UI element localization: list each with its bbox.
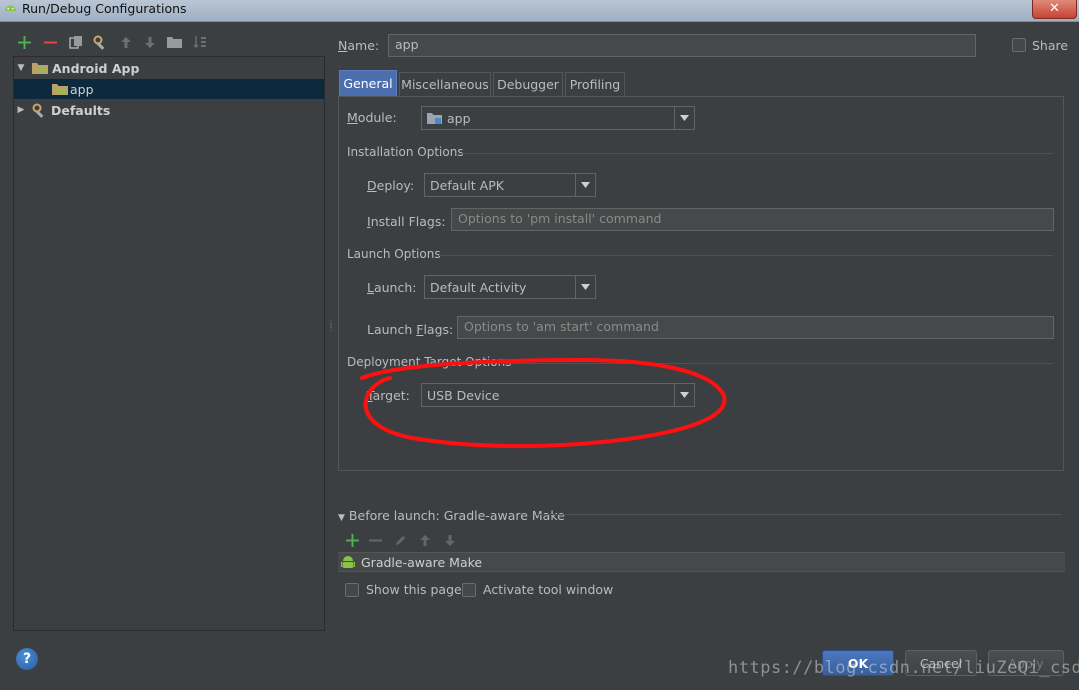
module-value: app xyxy=(447,110,471,126)
collapse-arrow-icon[interactable]: ▶ xyxy=(14,105,28,115)
watermark-text: https://blog.csdn.net/liuZeQi_csdn xyxy=(728,658,1079,678)
add-icon[interactable] xyxy=(15,32,33,52)
move-down-icon[interactable] xyxy=(441,530,459,550)
configuration-tree: ▼ Android App app ▶ Defaults xyxy=(13,56,325,631)
launch-options-title: Launch Options xyxy=(347,247,441,261)
launch-value: Default Activity xyxy=(430,279,527,295)
target-combo[interactable]: USB Device xyxy=(421,383,695,407)
move-down-icon[interactable] xyxy=(141,32,159,52)
show-page-label: Show this page xyxy=(366,582,462,597)
help-button[interactable]: ? xyxy=(16,648,38,670)
launch-combo[interactable]: Default Activity xyxy=(424,275,596,299)
install-flags-field[interactable]: Options to 'pm install' command xyxy=(451,208,1054,231)
deploy-combo[interactable]: Default APK xyxy=(424,173,596,197)
dropdown-arrow-icon[interactable] xyxy=(575,276,595,298)
dropdown-arrow-icon[interactable] xyxy=(575,174,595,196)
general-panel: Module: app Installation Options Deploy:… xyxy=(338,96,1064,471)
section-divider xyxy=(439,255,1053,256)
before-launch-title-text: Before launch: Gradle-aware Make xyxy=(348,508,565,523)
tab-profiling[interactable]: Profiling xyxy=(565,72,625,96)
name-label: Name: xyxy=(338,38,380,53)
tree-label: Defaults xyxy=(51,102,111,118)
section-divider xyxy=(536,514,1062,515)
tab-general[interactable]: General xyxy=(339,70,397,96)
share-checkbox[interactable] xyxy=(1012,38,1026,52)
deploy-value: Default APK xyxy=(430,177,504,193)
list-item[interactable]: Gradle-aware Make xyxy=(338,555,482,570)
edit-pencil-icon[interactable] xyxy=(391,530,409,550)
move-up-icon[interactable] xyxy=(117,32,135,52)
folder-icon[interactable] xyxy=(165,32,183,52)
module-combo[interactable]: app xyxy=(421,106,695,130)
name-field[interactable]: app xyxy=(388,34,976,57)
before-launch-title[interactable]: ▼ Before launch: Gradle-aware Make xyxy=(338,508,565,523)
remove-icon[interactable] xyxy=(366,530,384,550)
tree-item-app[interactable]: app xyxy=(14,79,324,99)
move-up-icon[interactable] xyxy=(416,530,434,550)
wrench-icon xyxy=(32,103,44,118)
show-page-checkbox[interactable] xyxy=(345,583,359,597)
share-label: Share xyxy=(1032,38,1069,53)
sort-icon[interactable] xyxy=(191,32,209,52)
launch-label: Launch: xyxy=(367,280,417,295)
config-toolbar xyxy=(13,32,313,54)
dropdown-arrow-icon[interactable] xyxy=(674,107,694,129)
tree-item-defaults[interactable]: ▶ Defaults xyxy=(14,100,324,120)
tab-debugger[interactable]: Debugger xyxy=(493,72,563,96)
target-value: USB Device xyxy=(427,387,500,403)
module-label: Module: xyxy=(347,110,397,125)
tree-label: app xyxy=(70,81,94,97)
close-button[interactable]: ✕ xyxy=(1032,0,1077,19)
android-app-folder-icon xyxy=(32,63,48,74)
activate-tool-window-checkbox[interactable] xyxy=(462,583,476,597)
copy-icon[interactable] xyxy=(67,32,85,52)
dropdown-arrow-icon[interactable] xyxy=(674,384,694,406)
deployment-target-title: Deployment Target Options xyxy=(347,355,512,369)
tree-item-android-app[interactable]: ▼ Android App xyxy=(14,58,324,78)
collapse-triangle-icon[interactable]: ▼ xyxy=(338,513,345,523)
android-icon xyxy=(5,5,16,11)
launch-flags-field[interactable]: Options to 'am start' command xyxy=(457,316,1054,339)
module-folder-icon xyxy=(427,112,442,124)
android-app-icon xyxy=(52,84,68,95)
splitter-handle[interactable]: ⋮ ⋮ xyxy=(327,320,335,338)
window-title: Run/Debug Configurations xyxy=(22,1,187,16)
window-titlebar: Run/Debug Configurations ✕ xyxy=(0,0,1079,22)
tree-label: Android App xyxy=(52,60,140,76)
activate-tool-window-label: Activate tool window xyxy=(483,582,614,597)
launch-flags-label: Launch Flags: xyxy=(367,322,454,337)
target-label: Target: xyxy=(367,388,410,403)
installation-options-title: Installation Options xyxy=(347,145,464,159)
add-icon[interactable] xyxy=(343,530,361,550)
before-launch-list: Gradle-aware Make xyxy=(338,552,1065,572)
install-flags-label: Install Flags: xyxy=(367,214,446,229)
expand-arrow-icon[interactable]: ▼ xyxy=(14,63,28,73)
remove-icon[interactable] xyxy=(41,32,59,52)
deploy-label: Deploy: xyxy=(367,178,415,193)
section-divider xyxy=(499,363,1053,364)
before-launch-item-label: Gradle-aware Make xyxy=(361,554,483,570)
wrench-icon[interactable] xyxy=(91,32,109,52)
android-icon xyxy=(341,555,355,568)
tab-miscellaneous[interactable]: Miscellaneous xyxy=(399,72,491,96)
section-divider xyxy=(459,153,1053,154)
before-launch-toolbar xyxy=(338,530,488,550)
